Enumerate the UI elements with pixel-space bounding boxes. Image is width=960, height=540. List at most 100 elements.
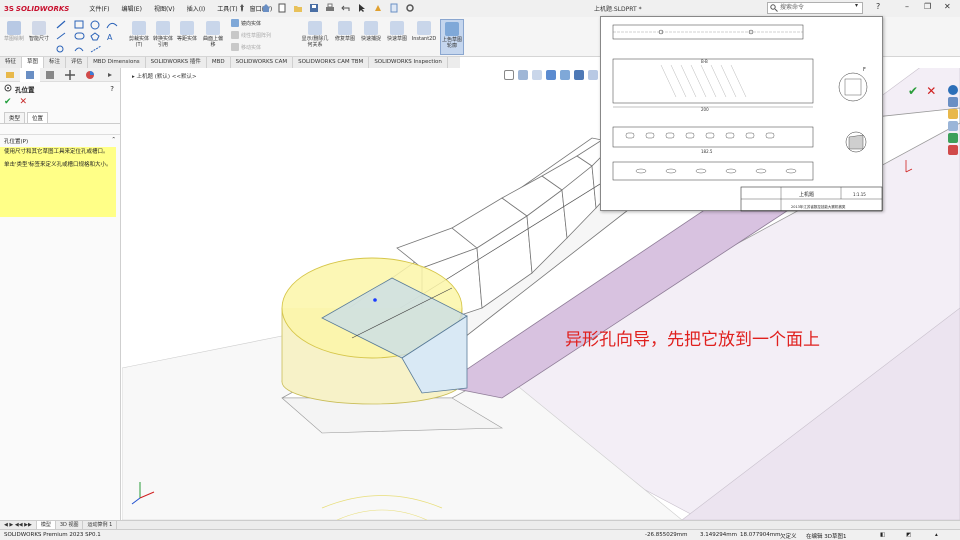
move-entities-button[interactable]: 移动实体 [231, 43, 261, 51]
menu-view[interactable]: 视图(V) [154, 4, 175, 13]
tab-markup[interactable]: 标注 [44, 57, 67, 68]
units-menu-icon[interactable]: ◩ [906, 532, 911, 538]
linear-pattern-button[interactable]: 线性草图阵列 [231, 31, 271, 39]
rebuild-status-icon[interactable]: ◧ [880, 532, 885, 538]
previous-view-icon[interactable] [532, 70, 542, 80]
close-icon[interactable]: ✕ [944, 2, 951, 11]
pin-icon[interactable] [237, 3, 247, 13]
search-dropdown-icon[interactable]: ▾ [855, 2, 858, 9]
dimxpert-tab-icon[interactable] [60, 68, 80, 82]
custom-properties-icon[interactable] [948, 145, 958, 155]
tab-cam[interactable]: SOLIDWORKS CAM [231, 57, 294, 68]
display-manager-tab-icon[interactable] [80, 68, 100, 82]
appearances-icon[interactable] [948, 133, 958, 143]
display-relations-button[interactable]: 显示/删除几何关系 [300, 21, 330, 48]
command-manager-tabs: 特征 草图 标注 评估 MBD Dimensions SOLIDWORKS 插件… [0, 57, 460, 68]
mirror-entities-button[interactable]: 镜向实体 [231, 19, 261, 27]
quick-snaps-button[interactable]: 快速捕捉 [360, 21, 382, 42]
repair-sketch-button[interactable]: 修复草图 [334, 21, 356, 42]
breadcrumb-text: 上机题 (默认) <<默认> [136, 74, 197, 80]
tab-motion-study[interactable]: 运动算例 1 [83, 521, 118, 529]
tutorial-annotation: 异形孔向导，先把它放到一个面上 [565, 330, 820, 350]
tab-mbd-dimensions[interactable]: MBD Dimensions [88, 57, 146, 68]
options-gear-icon[interactable] [405, 3, 415, 13]
quick-snap-icon [364, 21, 378, 35]
help-question-icon[interactable]: ? [110, 85, 114, 93]
cancel-button[interactable]: ✕ [20, 97, 28, 107]
hide-show-items-icon[interactable] [588, 70, 598, 80]
tab-sketch[interactable]: 草图 [22, 57, 45, 68]
instant2d-button[interactable]: Instant2D [410, 21, 438, 42]
new-file-icon[interactable] [277, 3, 287, 13]
undo-icon[interactable] [341, 3, 351, 13]
file-explorer-icon[interactable] [948, 109, 958, 119]
minimize-icon[interactable]: – [905, 2, 909, 11]
tab-type[interactable]: 类型 [4, 112, 26, 123]
rapid-sketch-button[interactable]: 快速草图 [386, 21, 408, 42]
hole-position-section-header[interactable]: 孔位置(P) ⌃ [0, 134, 120, 145]
configuration-tab-icon[interactable] [40, 68, 60, 82]
linear-pattern-icon [231, 31, 239, 39]
move-icon [231, 43, 239, 51]
shaded-sketch-contours-button[interactable]: 上色草图轮廓 [440, 19, 464, 55]
smart-dimension-button[interactable]: 智能尺寸 [28, 21, 50, 42]
ok-button[interactable]: ✔ [4, 97, 12, 107]
select-arrow-icon[interactable] [357, 3, 367, 13]
confirm-cancel-icon[interactable]: ✕ [926, 84, 936, 98]
menu-insert[interactable]: 插入(I) [187, 4, 205, 13]
convert-entities-button[interactable]: 转换实体引用 [152, 21, 174, 48]
menu-tools[interactable]: 工具(T) [217, 4, 237, 13]
menu-bar: 文件(F) 编辑(E) 视图(V) 插入(I) 工具(T) 窗口(W) [89, 4, 284, 13]
section-label: B-B [701, 59, 708, 64]
expand-tabs-icon[interactable] [100, 68, 120, 82]
offset-on-surface-button[interactable]: 曲面上偏移 [201, 21, 225, 48]
tab-cam-tbm[interactable]: SOLIDWORKS CAM TBM [293, 57, 370, 68]
exit-sketch-button[interactable]: 草图绘制 [4, 21, 24, 42]
offset-entities-button[interactable]: 等距实体 [176, 21, 198, 42]
instant2d-label: Instant2D [411, 36, 437, 42]
rebuild-icon[interactable] [373, 3, 383, 13]
display-style-icon[interactable] [574, 70, 584, 80]
tab-addins[interactable]: SOLIDWORKS 插件 [146, 57, 207, 68]
tab-evaluate[interactable]: 评估 [66, 57, 89, 68]
model-view-tabs: ◀ ▶ ◀◀ ▶▶ 模型 3D 视图 运动算例 1 [0, 520, 960, 529]
solidworks-resources-icon[interactable] [948, 85, 958, 95]
menu-file[interactable]: 文件(F) [89, 4, 109, 13]
print-icon[interactable] [325, 3, 335, 13]
section-view-icon[interactable] [546, 70, 556, 80]
manager-tabs [0, 68, 120, 82]
feature-breadcrumb[interactable]: ▸ 上机题 (默认) <<默认> [132, 72, 197, 80]
design-library-icon[interactable] [948, 97, 958, 107]
tab-mbd[interactable]: MBD [207, 57, 231, 68]
tab-3d-views[interactable]: 3D 视图 [56, 521, 84, 529]
hole-subtabs: 类型 位置 [0, 112, 120, 124]
home-icon[interactable] [261, 3, 271, 13]
restore-icon[interactable]: ❐ [924, 2, 931, 11]
tab-model[interactable]: 模型 [36, 521, 56, 529]
menu-edit[interactable]: 编辑(E) [121, 4, 141, 13]
trim-icon [132, 21, 146, 35]
confirm-ok-icon[interactable]: ✔ [908, 84, 918, 98]
tab-features[interactable]: 特征 [0, 57, 23, 68]
collapse-icon[interactable]: ⌃ [111, 137, 116, 145]
trim-entities-button[interactable]: 剪裁实体(T) [128, 21, 150, 48]
feature-tree-tab-icon[interactable] [0, 68, 20, 82]
customize-status-icon[interactable]: ▴ [935, 532, 938, 538]
tab-positions[interactable]: 位置 [27, 112, 49, 123]
view-orientation-icon[interactable] [560, 70, 570, 80]
zoom-to-fit-icon[interactable] [504, 70, 514, 80]
file-properties-icon[interactable] [389, 3, 399, 13]
save-icon[interactable] [309, 3, 319, 13]
nav-arrows-icon[interactable]: ◀ ▶ ◀◀ ▶▶ [0, 521, 37, 529]
search-commands-input[interactable]: 搜索命令 [767, 2, 863, 14]
help-icon[interactable]: ? [876, 2, 880, 11]
zoom-area-icon[interactable] [518, 70, 528, 80]
section-title: 孔位置(P) [4, 139, 29, 145]
tab-inspection[interactable]: SOLIDWORKS Inspection [369, 57, 448, 68]
solidworks-logo: 3S SOLIDWORKS [4, 5, 69, 13]
view-palette-icon[interactable] [948, 121, 958, 131]
open-folder-icon[interactable] [293, 3, 303, 13]
property-manager-tab-icon[interactable] [20, 68, 40, 82]
offset-icon [180, 21, 194, 35]
definition-state: 欠定义 [780, 534, 797, 540]
